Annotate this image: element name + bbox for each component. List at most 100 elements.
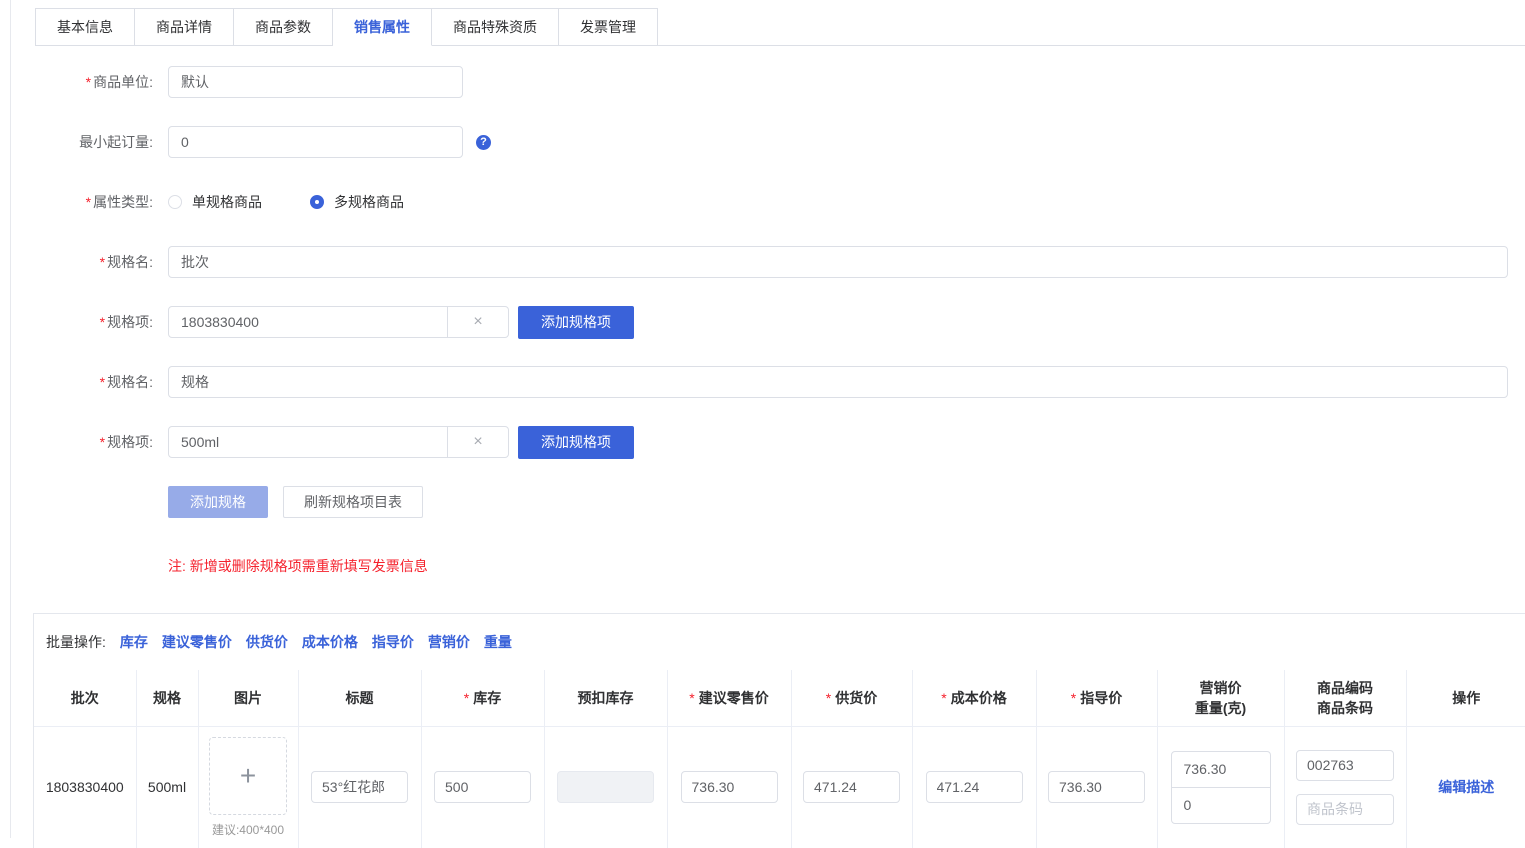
- spec-table-row: 1803830400 500ml + 建议:400*400: [34, 726, 1525, 848]
- tab-basic-info[interactable]: 基本信息: [35, 8, 135, 46]
- tab-product-detail[interactable]: 商品详情: [135, 8, 234, 46]
- batch-operations-bar: 批量操作: 库存 建议零售价 供货价 成本价格 指导价 营销价 重量: [34, 614, 1525, 670]
- invoice-note: 注: 新增或删除规格项需重新填写发票信息: [168, 556, 1525, 576]
- cell-cost-price: [912, 726, 1036, 848]
- plus-icon: +: [240, 762, 256, 790]
- cell-supply-price: [791, 726, 912, 848]
- min-order-input[interactable]: [168, 126, 463, 158]
- col-header-guide-price: *指导价: [1036, 670, 1157, 726]
- product-code-input[interactable]: [1296, 750, 1394, 781]
- spec-name-row-2: *规格名:: [11, 366, 1525, 398]
- suggest-price-input[interactable]: [681, 771, 778, 803]
- refresh-spec-table-button[interactable]: 刷新规格项目表: [283, 486, 423, 518]
- sales-attributes-page: 基本信息 商品详情 商品参数 销售属性 商品特殊资质 发票管理 *商品单位: 最…: [11, 0, 1525, 848]
- cell-stock: [421, 726, 544, 848]
- image-size-hint: 建议:400*400: [199, 821, 298, 838]
- spec-table-header-row: 批次 规格 图片 标题 *库存 预扣库存 *建议零售价 *供货价 *成本价格 *…: [34, 670, 1525, 726]
- cell-pre-stock: [544, 726, 667, 848]
- tab-sales-attributes[interactable]: 销售属性: [333, 8, 432, 46]
- tab-special-qualification[interactable]: 商品特殊资质: [432, 8, 559, 46]
- clear-spec-item-icon-2[interactable]: ×: [447, 426, 509, 458]
- spec-item-input-1[interactable]: [168, 306, 448, 338]
- cell-spec: 500ml: [136, 726, 198, 848]
- col-header-actions: 操作: [1406, 670, 1525, 726]
- sales-attributes-form: *商品单位: 最小起订量: ? *属性类型: 单规格商品 多规格商品 *规格名:…: [11, 46, 1525, 576]
- product-unit-input[interactable]: [168, 66, 463, 98]
- col-header-title: 标题: [298, 670, 421, 726]
- product-unit-row: *商品单位:: [11, 66, 1525, 98]
- required-asterisk: *: [100, 374, 105, 390]
- spec-item-row-1: *规格项: × 添加规格项: [11, 306, 1525, 338]
- col-header-cost-price: *成本价格: [912, 670, 1036, 726]
- attr-type-row: *属性类型: 单规格商品 多规格商品: [11, 186, 1525, 218]
- cell-actions: 编辑描述: [1406, 726, 1525, 848]
- cell-image: + 建议:400*400: [198, 726, 298, 848]
- spec-name-label-1: *规格名:: [11, 252, 153, 272]
- help-icon[interactable]: ?: [476, 135, 491, 150]
- cost-price-input[interactable]: [926, 771, 1023, 803]
- batch-link-weight[interactable]: 重量: [484, 632, 512, 652]
- radio-multi-spec[interactable]: [310, 195, 324, 209]
- col-header-batch: 批次: [34, 670, 136, 726]
- spec-buttons-row: 添加规格 刷新规格项目表: [168, 486, 1525, 518]
- cell-title: [298, 726, 421, 848]
- barcode-input[interactable]: [1296, 794, 1394, 825]
- supply-price-input[interactable]: [803, 771, 900, 803]
- stock-input[interactable]: [434, 771, 531, 803]
- batch-link-stock[interactable]: 库存: [120, 632, 148, 652]
- col-header-supply-price: *供货价: [791, 670, 912, 726]
- col-header-code-barcode: 商品编码商品条码: [1284, 670, 1406, 726]
- spec-name-input-2[interactable]: [168, 366, 1508, 398]
- batch-link-marketing-price[interactable]: 营销价: [428, 632, 470, 652]
- add-spec-button[interactable]: 添加规格: [168, 486, 268, 518]
- pre-stock-input: [557, 771, 654, 803]
- title-input[interactable]: [311, 771, 408, 803]
- col-header-marketing-weight: 营销价重量(克): [1157, 670, 1284, 726]
- col-header-image: 图片: [198, 670, 298, 726]
- cell-code-barcode: [1284, 726, 1406, 848]
- col-header-suggest-price: *建议零售价: [667, 670, 791, 726]
- cell-marketing-weight: [1157, 726, 1284, 848]
- add-spec-item-button-2[interactable]: 添加规格项: [518, 426, 634, 459]
- weight-input[interactable]: [1171, 787, 1271, 824]
- clear-spec-item-icon-1[interactable]: ×: [447, 306, 509, 338]
- col-header-stock: *库存: [421, 670, 544, 726]
- edit-description-link[interactable]: 编辑描述: [1438, 779, 1494, 795]
- spec-name-row-1: *规格名:: [11, 246, 1525, 278]
- cell-batch: 1803830400: [34, 726, 136, 848]
- batch-operations-label: 批量操作:: [46, 632, 106, 652]
- col-header-pre-stock: 预扣库存: [544, 670, 667, 726]
- spec-item-label-2: *规格项:: [11, 432, 153, 452]
- spec-table: 批次 规格 图片 标题 *库存 预扣库存 *建议零售价 *供货价 *成本价格 *…: [34, 670, 1525, 848]
- spec-name-label-2: *规格名:: [11, 372, 153, 392]
- cell-suggest-price: [667, 726, 791, 848]
- col-header-spec: 规格: [136, 670, 198, 726]
- batch-link-supply-price[interactable]: 供货价: [246, 632, 288, 652]
- required-asterisk: *: [86, 74, 91, 90]
- required-asterisk: *: [100, 254, 105, 270]
- spec-item-input-2[interactable]: [168, 426, 448, 458]
- attr-type-label: *属性类型:: [11, 192, 153, 212]
- batch-link-cost-price[interactable]: 成本价格: [302, 632, 358, 652]
- radio-multi-spec-label[interactable]: 多规格商品: [334, 192, 404, 212]
- radio-single-spec-label[interactable]: 单规格商品: [192, 192, 262, 212]
- radio-single-spec[interactable]: [168, 195, 182, 209]
- tab-invoice-management[interactable]: 发票管理: [559, 8, 658, 46]
- spec-table-container: 批量操作: 库存 建议零售价 供货价 成本价格 指导价 营销价 重量 批次 规格…: [33, 613, 1525, 848]
- marketing-price-input[interactable]: [1171, 751, 1271, 788]
- spec-item-row-2: *规格项: × 添加规格项: [11, 426, 1525, 458]
- spec-name-input-1[interactable]: [168, 246, 1508, 278]
- attr-type-options: 单规格商品 多规格商品: [168, 192, 404, 212]
- batch-link-suggest-price[interactable]: 建议零售价: [162, 632, 232, 652]
- image-upload-box[interactable]: +: [209, 737, 287, 815]
- batch-link-guide-price[interactable]: 指导价: [372, 632, 414, 652]
- spec-item-label-1: *规格项:: [11, 312, 153, 332]
- min-order-label: 最小起订量:: [11, 132, 153, 152]
- product-unit-label: *商品单位:: [11, 72, 153, 92]
- guide-price-input[interactable]: [1048, 771, 1145, 803]
- add-spec-item-button-1[interactable]: 添加规格项: [518, 306, 634, 339]
- required-asterisk: *: [100, 434, 105, 450]
- min-order-row: 最小起订量: ?: [11, 126, 1525, 158]
- required-asterisk: *: [100, 314, 105, 330]
- tab-product-params[interactable]: 商品参数: [234, 8, 333, 46]
